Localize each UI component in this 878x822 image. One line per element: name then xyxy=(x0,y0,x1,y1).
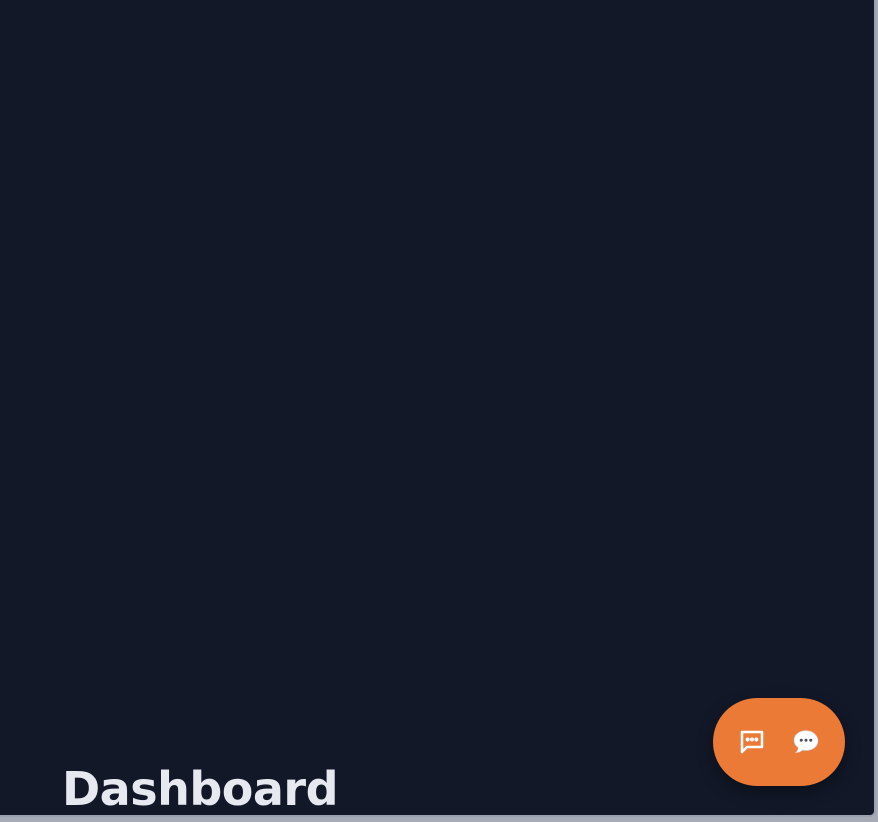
message-square-icon[interactable] xyxy=(735,725,769,759)
page-title: Dashboard xyxy=(62,762,339,816)
chat-launcher-button[interactable] xyxy=(713,698,845,786)
speech-bubble-icon[interactable] xyxy=(789,725,823,759)
main-viewport: Dashboard xyxy=(0,0,876,817)
